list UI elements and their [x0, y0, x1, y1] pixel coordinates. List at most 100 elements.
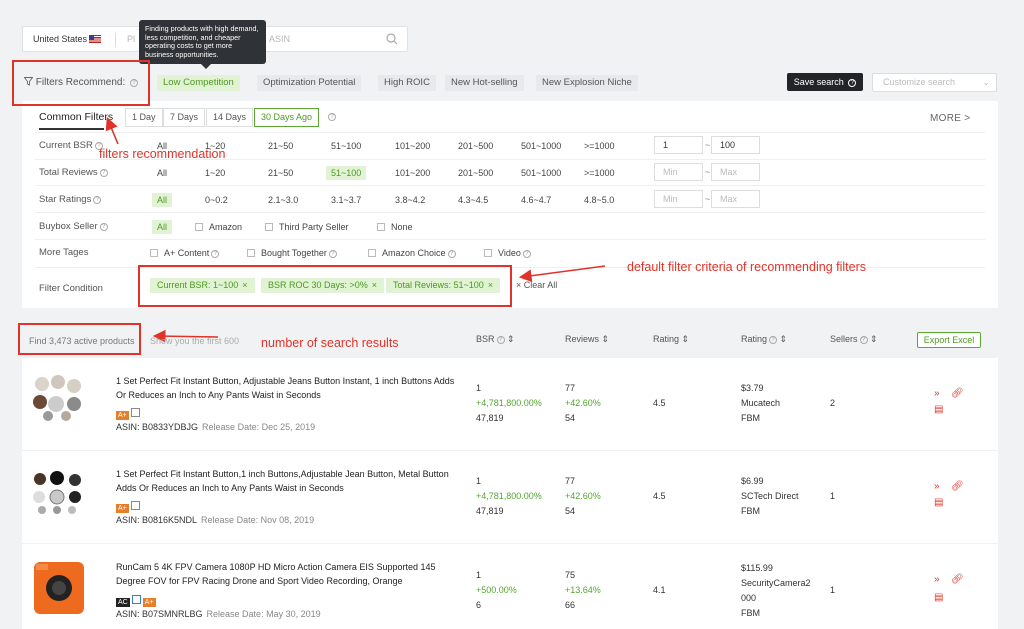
table-row[interactable]: RunCam 5 4K FPV Camera 1080P HD Micro Ac…: [22, 544, 998, 629]
sort-icon[interactable]: ⇕: [602, 334, 610, 344]
product-title[interactable]: 1 Set Perfect Fit Instant Button,1 inch …: [116, 467, 466, 495]
package-icon: [130, 501, 140, 510]
help-icon: ?: [848, 79, 857, 87]
checkbox[interactable]: [265, 223, 273, 231]
stars-opt-0-0.2[interactable]: 0~0.2: [200, 193, 233, 207]
stars-opt-3.1-3.7[interactable]: 3.1~3.7: [326, 193, 366, 207]
pill-new-explosion-niche[interactable]: New Explosion Niche: [536, 75, 638, 91]
customize-search-select[interactable]: Customize search ⌄: [872, 73, 997, 92]
bsr-min-input[interactable]: 1: [654, 136, 703, 154]
tab-7-days[interactable]: 7 Days: [163, 108, 206, 127]
reviews-opt-all[interactable]: All: [152, 166, 172, 180]
search-icon[interactable]: [385, 32, 399, 46]
report-icon[interactable]: ▤: [934, 497, 943, 508]
buybox-opt-all[interactable]: All: [152, 220, 173, 234]
country-select[interactable]: United States: [33, 34, 102, 44]
stars-opt-2.1-3.0[interactable]: 2.1~3.0: [263, 193, 303, 207]
pill-new-hot-selling[interactable]: New Hot-selling: [445, 75, 524, 91]
table-row[interactable]: 1 Set Perfect Fit Instant Button, Adjust…: [22, 358, 998, 450]
tag-amazon-choice[interactable]: Amazon Choice?: [363, 246, 461, 260]
tag-a-plus-content[interactable]: A+ Content?: [145, 246, 224, 260]
annotation-box-conditions: [138, 265, 512, 307]
stars-opt-3.8-4.2[interactable]: 3.8~4.2: [390, 193, 430, 207]
checkbox[interactable]: [150, 249, 158, 257]
table-row[interactable]: 1 Set Perfect Fit Instant Button,1 inch …: [22, 451, 998, 543]
col-header-bsr-label: BSR: [476, 334, 495, 344]
product-badges: AC A+: [116, 595, 158, 607]
sort-icon[interactable]: ⇕: [780, 334, 788, 344]
buybox-opt-none[interactable]: None: [372, 220, 418, 234]
link-icon[interactable]: 🔗︎: [951, 481, 964, 492]
col-header-rating-2[interactable]: Rating? ⇕: [741, 334, 787, 345]
col-header-rating-label: Rating: [653, 334, 680, 344]
bsr-opt-201-500[interactable]: 201~500: [453, 139, 498, 153]
expand-icon[interactable]: »: [934, 388, 940, 399]
common-filters-title: Common Filters: [39, 111, 114, 123]
bsr-opt-21-50[interactable]: 21~50: [263, 139, 298, 153]
col-header-reviews[interactable]: Reviews ⇕: [565, 334, 609, 345]
stars-max-input[interactable]: Max: [711, 190, 760, 208]
reviews-opt-101-200[interactable]: 101~200: [390, 166, 435, 180]
bsr-opt-501-1000[interactable]: 501~1000: [516, 139, 566, 153]
reviews-opt-1000-plus[interactable]: >=1000: [579, 166, 620, 180]
price: $6.99: [741, 476, 764, 486]
reviews-max-input[interactable]: Max: [711, 163, 760, 181]
pill-optimization-potential[interactable]: Optimization Potential: [257, 75, 362, 91]
reviews-opt-1-20[interactable]: 1~20: [200, 166, 230, 180]
checkbox[interactable]: [247, 249, 255, 257]
checkbox[interactable]: [195, 223, 203, 231]
checkbox[interactable]: [368, 249, 376, 257]
tag-video[interactable]: Video?: [479, 246, 536, 260]
checkbox[interactable]: [377, 223, 385, 231]
col-header-rating[interactable]: Rating ⇕: [653, 334, 689, 345]
bsr-opt-51-100[interactable]: 51~100: [326, 139, 366, 153]
buybox-opt-none-label: None: [391, 222, 413, 232]
bsr-max-input[interactable]: 100: [711, 136, 760, 154]
expand-icon[interactable]: »: [934, 481, 940, 492]
sort-icon[interactable]: ⇕: [870, 334, 878, 344]
rating-cell: 4.5: [653, 491, 666, 501]
stars-min-input[interactable]: Min: [654, 190, 703, 208]
bsr-opt-101-200[interactable]: 101~200: [390, 139, 435, 153]
stars-opt-4.8-5.0[interactable]: 4.8~5.0: [579, 193, 619, 207]
col-header-sellers[interactable]: Sellers? ⇕: [830, 334, 878, 345]
tab-30-days-ago[interactable]: 30 Days Ago: [254, 108, 320, 127]
export-excel-button[interactable]: Export Excel: [917, 332, 981, 348]
stars-opt-4.6-4.7[interactable]: 4.6~4.7: [516, 193, 556, 207]
product-title[interactable]: 1 Set Perfect Fit Instant Button, Adjust…: [116, 374, 466, 402]
buybox-opt-third-party[interactable]: Third Party Seller: [260, 220, 354, 234]
tab-1-day[interactable]: 1 Day: [125, 108, 163, 127]
help-icon: ?: [93, 196, 102, 204]
checkbox[interactable]: [484, 249, 492, 257]
sort-icon[interactable]: ⇕: [507, 334, 515, 344]
pill-low-competition[interactable]: Low Competition: [157, 75, 240, 91]
product-title[interactable]: RunCam 5 4K FPV Camera 1080P HD Micro Ac…: [116, 560, 466, 588]
stars-opt-all[interactable]: All: [152, 193, 173, 207]
link-icon[interactable]: 🔗︎: [951, 574, 964, 585]
pill-high-roic[interactable]: High ROIC: [378, 75, 436, 91]
search-input[interactable]: Pl: [127, 34, 135, 44]
reviews-opt-21-50[interactable]: 21~50: [263, 166, 298, 180]
reviews-min-input[interactable]: Min: [654, 163, 703, 181]
save-search-button[interactable]: Save search ?: [787, 73, 863, 91]
col-header-bsr[interactable]: BSR? ⇕: [476, 334, 515, 345]
asin-text: ASIN: B07SMNRLBG: [116, 609, 203, 619]
link-icon[interactable]: 🔗︎: [951, 388, 964, 399]
reviews-cell: 75 +13.64% 66: [565, 568, 601, 613]
report-icon[interactable]: ▤: [934, 592, 943, 603]
total-reviews-label-text: Total Reviews: [39, 167, 98, 178]
reviews-opt-51-100[interactable]: 51~100: [326, 166, 367, 180]
expand-icon[interactable]: »: [934, 574, 940, 585]
more-link[interactable]: MORE >: [930, 113, 970, 124]
clear-all-button[interactable]: × Clear All: [516, 280, 557, 290]
bsr-opt-1000-plus[interactable]: >=1000: [579, 139, 620, 153]
buybox-opt-amazon[interactable]: Amazon: [190, 220, 247, 234]
stars-opt-4.3-4.5[interactable]: 4.3~4.5: [453, 193, 493, 207]
reviews-opt-501-1000[interactable]: 501~1000: [516, 166, 566, 180]
reviews-opt-201-500[interactable]: 201~500: [453, 166, 498, 180]
divider: [35, 212, 985, 213]
sort-icon[interactable]: ⇕: [682, 334, 690, 344]
report-icon[interactable]: ▤: [934, 404, 943, 415]
tag-bought-together[interactable]: Bought Together?: [242, 246, 342, 260]
tab-14-days[interactable]: 14 Days: [206, 108, 254, 127]
